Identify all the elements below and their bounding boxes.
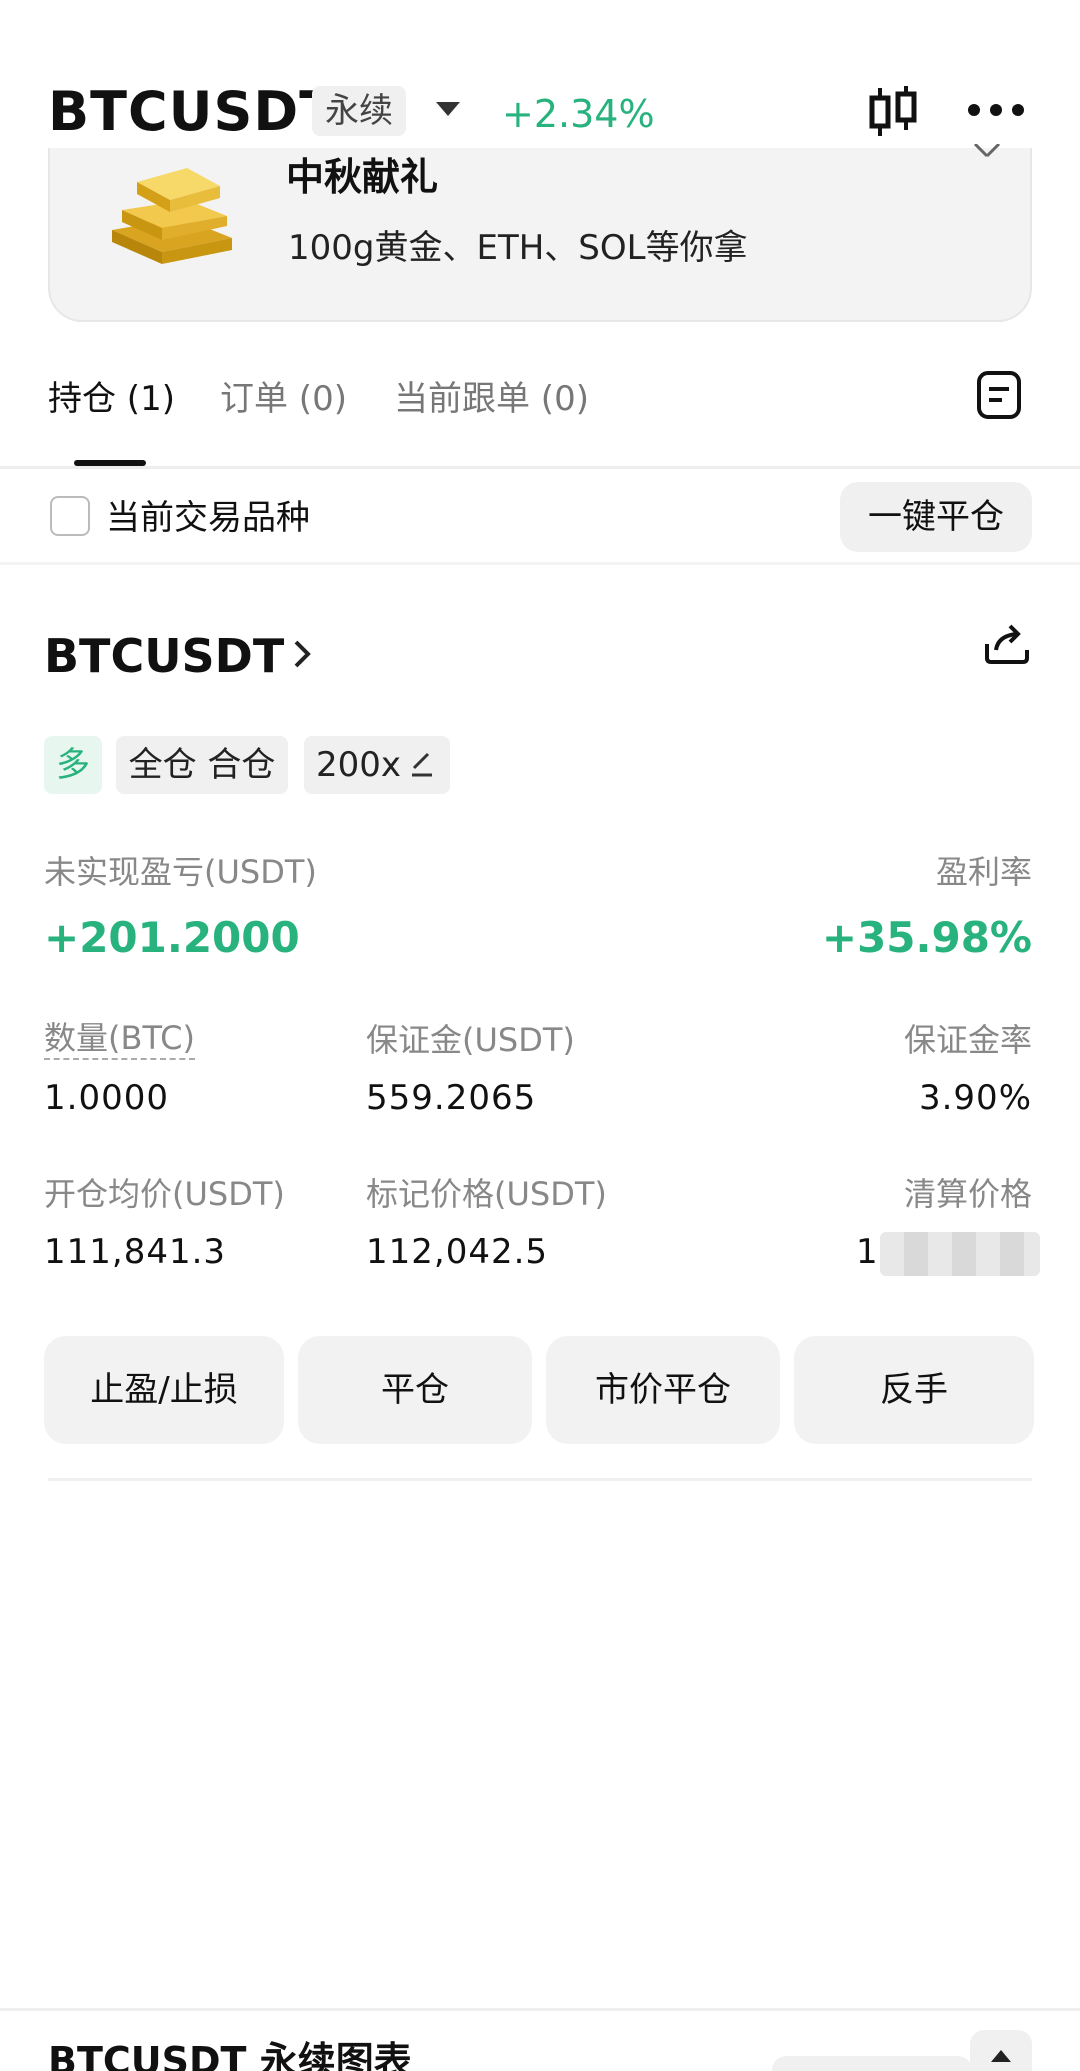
roe-label: 盈利率 — [935, 853, 1032, 891]
reverse-position-button[interactable]: 反手 — [794, 1336, 1034, 1444]
more-icon[interactable] — [966, 96, 1026, 124]
tp-sl-button[interactable]: 止盈/止损 — [44, 1336, 284, 1444]
tab-orders[interactable]: 订单 (0) — [220, 374, 347, 424]
banner-subtitle: 100g黄金、ETH、SOL等你拿 — [288, 228, 748, 268]
caret-up-icon — [991, 2050, 1011, 2062]
quantity-label[interactable]: 数量(BTC) — [44, 1018, 195, 1060]
leverage-value: 200x — [316, 745, 402, 785]
margin-rate-label: 保证金率 — [903, 1021, 1032, 1059]
close-position-button[interactable]: 平仓 — [298, 1336, 532, 1444]
edit-icon[interactable] — [408, 748, 436, 778]
position-symbol[interactable]: BTCUSDT — [44, 626, 284, 686]
margin-label: 保证金(USDT) — [366, 1021, 575, 1059]
close-icon[interactable] — [972, 144, 1002, 160]
contract-type-badge: 永续 — [312, 86, 406, 136]
market-close-button[interactable]: 市价平仓 — [546, 1336, 780, 1444]
entry-price-value: 111,841.3 — [44, 1232, 227, 1272]
divider — [48, 1478, 1032, 1481]
chart-section-title[interactable]: BTCUSDT 永续图表 — [48, 2036, 412, 2071]
divider — [0, 466, 1080, 469]
gold-bars-image — [112, 168, 232, 264]
margin-mode-tag: 全仓 合仓 — [116, 736, 288, 794]
divider — [0, 562, 1080, 565]
side-tag: 多 — [44, 736, 102, 794]
margin-rate-value: 3.90% — [918, 1078, 1032, 1118]
liquidation-price-value: 1 — [856, 1232, 879, 1272]
current-symbol-label: 当前交易品种 — [106, 498, 310, 538]
candlestick-chart-icon[interactable] — [866, 84, 922, 140]
mark-price-label: 标记价格(USDT) — [366, 1175, 607, 1213]
share-icon[interactable] — [982, 620, 1032, 666]
blurred-mask — [880, 1232, 1040, 1276]
margin-value: 559.2065 — [366, 1078, 537, 1118]
tab-positions[interactable]: 持仓 (1) — [48, 374, 175, 424]
chevron-down-icon[interactable] — [436, 102, 460, 116]
chevron-right-icon[interactable] — [292, 636, 312, 672]
unrealized-pnl-value: +201.2000 — [44, 913, 300, 962]
expand-button[interactable] — [970, 2030, 1032, 2071]
bottom-sheet-handle[interactable] — [772, 2056, 972, 2071]
price-change-percent: +2.34% — [502, 92, 655, 136]
unrealized-pnl-label: 未实现盈亏(USDT) — [44, 853, 317, 891]
symbol-title[interactable]: BTCUSDT — [48, 80, 337, 144]
document-icon[interactable] — [976, 370, 1022, 420]
banner-title: 中秋献礼 — [286, 155, 439, 199]
quantity-value: 1.0000 — [44, 1078, 169, 1118]
entry-price-label: 开仓均价(USDT) — [44, 1175, 285, 1213]
mark-price-value: 112,042.5 — [366, 1232, 549, 1272]
current-symbol-checkbox[interactable] — [50, 496, 90, 536]
liquidation-price-label: 清算价格 — [903, 1175, 1032, 1213]
close-all-button[interactable]: 一键平仓 — [840, 482, 1032, 552]
roe-value: +35.98% — [821, 913, 1032, 962]
tab-copy-trading[interactable]: 当前跟单 (0) — [394, 374, 589, 424]
divider — [0, 2008, 1080, 2011]
